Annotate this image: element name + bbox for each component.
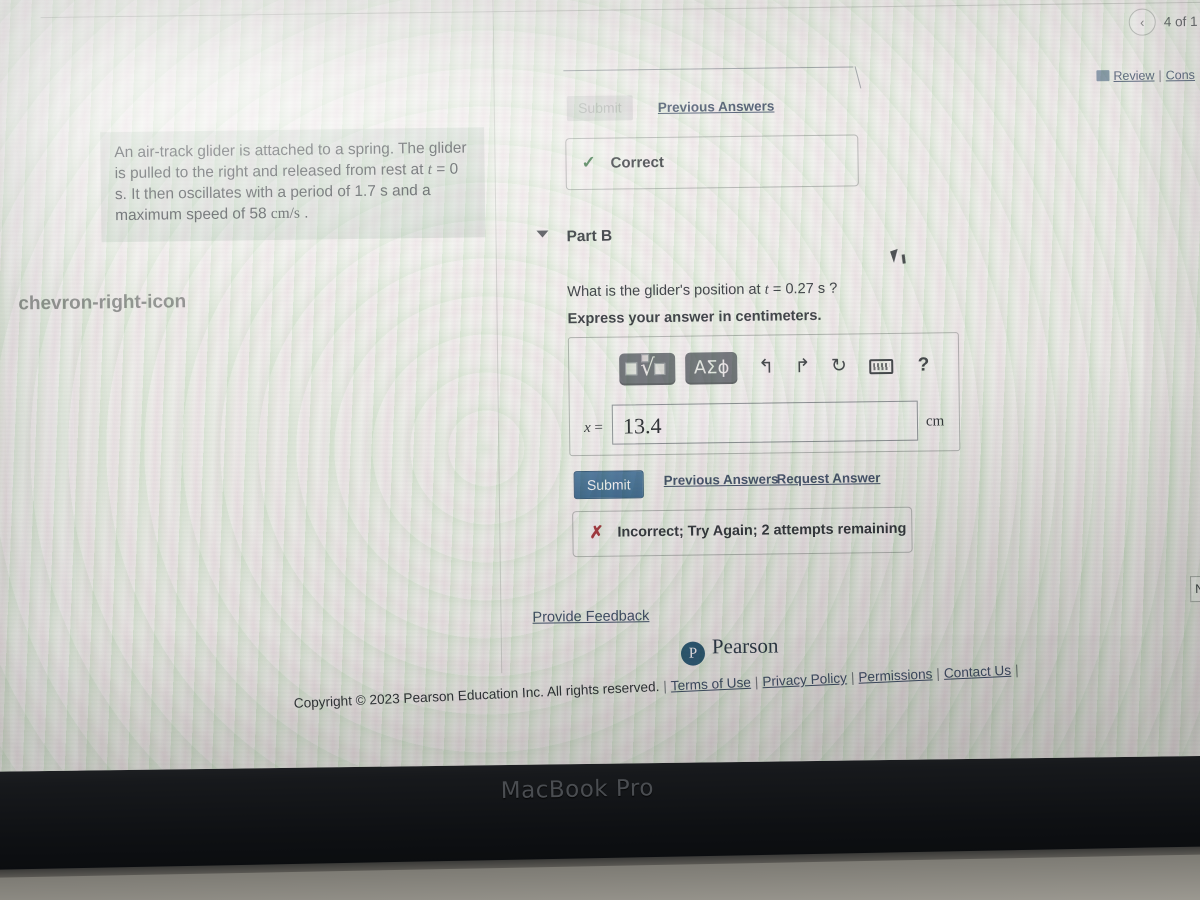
- problem-line-1: An air-track glider is attached to a spr…: [114, 139, 467, 162]
- greek-symbols-button[interactable]: ΑΣϕ: [685, 351, 738, 385]
- macbook-brand-label: MacBook Pro: [500, 775, 655, 805]
- answer-equals: =: [594, 419, 604, 436]
- answer-variable: x: [583, 419, 591, 437]
- part-b-instruction: Express your answer in centimeters.: [567, 307, 822, 328]
- footer-sep-3: |: [850, 669, 855, 686]
- laptop-screen: chevron-right-icon Feedback ‹ 4 of 1 Rev…: [0, 0, 1200, 772]
- template-square-left: [625, 362, 638, 376]
- part-b-feedback-box: ✗ Incorrect; Try Again; 2 attempts remai…: [572, 506, 913, 558]
- mastering-physics-page: chevron-right-icon Feedback ‹ 4 of 1 Rev…: [0, 0, 1200, 772]
- part-a-previous-answers-link[interactable]: Previous Answers: [658, 98, 775, 115]
- problem-units: cm/s: [270, 204, 301, 223]
- pearson-logo: P Pearson: [680, 633, 779, 666]
- next-partial-button[interactable]: Ne: [1190, 575, 1200, 603]
- part-b-previous-answers-link[interactable]: Previous Answers: [664, 471, 779, 488]
- console-link[interactable]: Cons: [1166, 68, 1195, 82]
- part-b-feedback-label: Incorrect; Try Again; 2 attempts remaini…: [617, 520, 907, 541]
- pearson-wordmark: Pearson: [711, 633, 779, 659]
- question-text-b: = 0.27 s ?: [768, 280, 838, 298]
- part-a-status-box: ✓ Correct: [565, 134, 859, 191]
- help-icon[interactable]: ?: [918, 349, 930, 381]
- check-icon: ✓: [581, 152, 596, 173]
- problem-statement-text: An air-track glider is attached to a spr…: [114, 137, 473, 226]
- part-b-title: Part B: [566, 227, 613, 246]
- mouse-cursor: [890, 248, 902, 263]
- contact-us-link[interactable]: Contact Us: [944, 663, 1012, 681]
- footer-sep-4: |: [936, 666, 941, 682]
- page-left-gutter: [0, 0, 79, 772]
- caret-down-icon[interactable]: [536, 230, 549, 238]
- keyboard-icon[interactable]: [869, 358, 894, 374]
- part-b-submit-button[interactable]: Submit: [573, 470, 644, 500]
- template-sqrt-icon[interactable]: √: [619, 352, 676, 386]
- reset-icon[interactable]: ↻: [831, 351, 847, 383]
- question-text-a: What is the glider's position at: [567, 281, 765, 301]
- answer-input[interactable]: 13.4: [611, 400, 919, 445]
- chevron-right-icon[interactable]: chevron-right-icon: [18, 291, 186, 315]
- footer-sep-2: |: [754, 674, 759, 690]
- footer-sep-5: |: [1014, 662, 1019, 678]
- answer-variable-label: x =: [584, 420, 603, 437]
- provide-feedback-link[interactable]: Provide Feedback: [532, 608, 649, 626]
- part-a-submit-button: Submit: [566, 95, 633, 122]
- terms-of-use-link[interactable]: Terms of Use: [671, 675, 752, 694]
- template-square-right: [654, 362, 666, 376]
- nav-separator: |: [1158, 68, 1162, 83]
- part-a-box-edge: [563, 66, 854, 74]
- problem-statement-panel: An air-track glider is attached to a spr…: [100, 127, 486, 243]
- problem-line-4a: maximum speed of 58: [115, 205, 271, 225]
- laptop-photo: MacBook Pro chevron-right-icon Feedback …: [0, 0, 1200, 900]
- pane-divider: [492, 0, 503, 674]
- review-link[interactable]: Review: [1113, 69, 1154, 84]
- permissions-link[interactable]: Permissions: [858, 666, 933, 684]
- part-b-question: What is the glider's position at t = 0.2…: [567, 281, 837, 302]
- review-console-row: Review | Cons: [1096, 68, 1195, 83]
- part-a-status-label: Correct: [610, 153, 665, 172]
- problem-line-3: s. It then oscillates with a period of 1…: [114, 181, 431, 204]
- header-divider: [40, 1, 1200, 19]
- part-a-box-corner: [843, 66, 862, 89]
- problem-line-2a: is pulled to the right and released from…: [114, 161, 428, 183]
- copyright-bar: Copyright © 2023 Pearson Education Inc. …: [293, 662, 1022, 711]
- privacy-policy-link[interactable]: Privacy Policy: [762, 670, 847, 689]
- copyright-text: Copyright © 2023 Pearson Education Inc. …: [293, 679, 660, 711]
- math-toolbar: √ ΑΣϕ ↰ ↱ ↻ ?: [619, 349, 930, 386]
- review-icon: [1096, 70, 1110, 82]
- answer-unit-label: cm: [925, 413, 945, 430]
- page-title: Feedback: [352, 0, 451, 5]
- cross-icon: ✗: [589, 522, 604, 542]
- pearson-mark-icon: P: [680, 641, 706, 666]
- radical-glyph: √: [640, 355, 656, 382]
- problem-line-4b: .: [299, 204, 309, 222]
- previous-item-button[interactable]: ‹: [1128, 8, 1156, 36]
- problem-line-2b: = 0: [431, 160, 459, 178]
- redo-icon[interactable]: ↱: [794, 351, 810, 383]
- item-counter: 4 of 1: [1163, 13, 1198, 30]
- undo-icon[interactable]: ↰: [758, 352, 774, 384]
- request-answer-link[interactable]: Request Answer: [777, 470, 881, 486]
